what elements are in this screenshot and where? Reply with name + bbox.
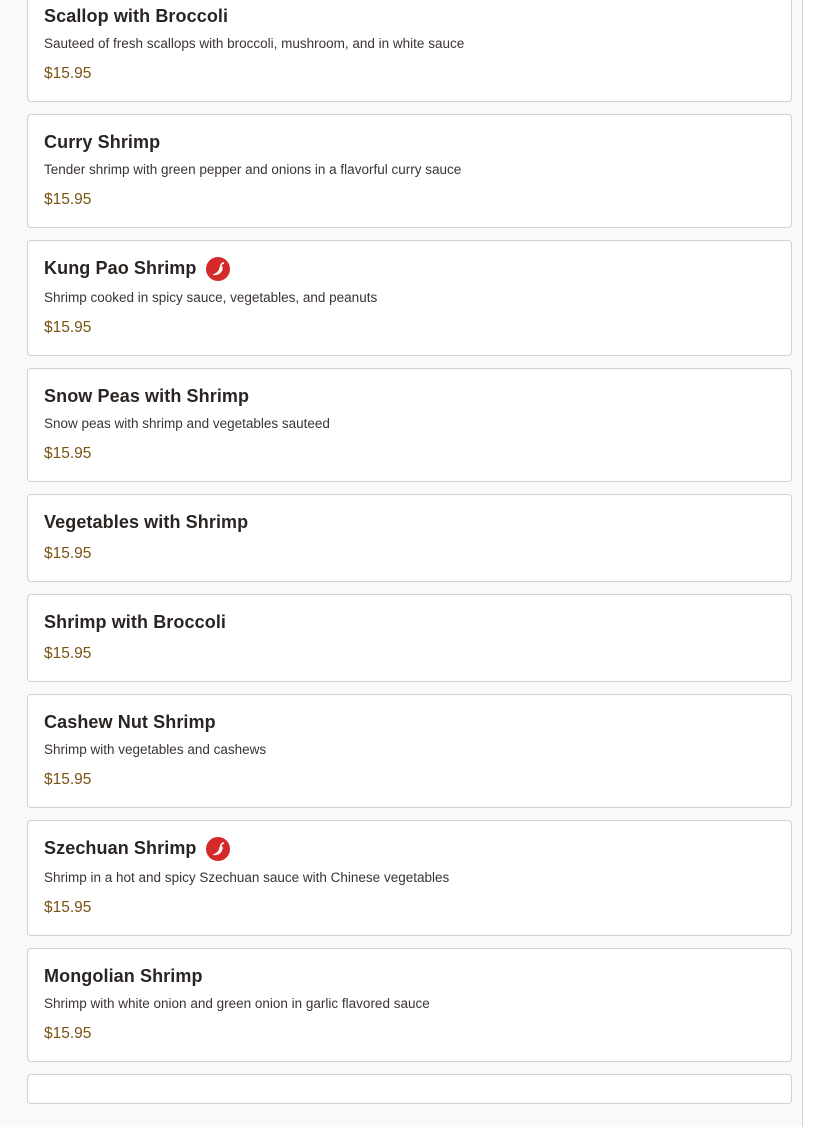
menu-item-title-row: Mongolian Shrimp [44,963,775,989]
menu-item-card[interactable]: Snow Peas with Shrimp Snow peas with shri… [27,368,792,482]
menu-item-list: Scallop with Broccoli Sauteed of fresh sc… [27,0,792,1104]
menu-item-price: $15.95 [44,645,92,662]
menu-item-card[interactable]: Vegetables with Shrimp $15.95 [27,494,792,582]
menu-item-name: Vegetables with Shrimp [44,511,249,532]
menu-item-card-partial[interactable] [27,1074,792,1104]
menu-item-title-row: Szechuan Shrimp [44,835,775,861]
menu-item-title-row: Curry Shrimp [44,129,775,155]
menu-item-description: Snow peas with shrimp and vegetables sau… [44,416,330,431]
menu-item-description: Shrimp in a hot and spicy Szechuan sauce… [44,870,450,885]
menu-item-price: $15.95 [44,545,92,562]
menu-item-title-row: Shrimp with Broccoli [44,609,775,635]
menu-item-name: Curry Shrimp [44,131,161,152]
chili-pepper-icon [205,837,230,861]
menu-item-title-row: Snow Peas with Shrimp [44,383,775,409]
menu-item-name: Kung Pao Shrimp [44,257,197,278]
menu-item-price: $15.95 [44,771,92,788]
menu-item-name: Szechuan Shrimp [44,837,197,858]
menu-item-price: $15.95 [44,899,92,916]
menu-item-description: Shrimp with vegetables and cashews [44,742,267,757]
menu-item-description: Sauteed of fresh scallops with broccoli,… [44,36,465,51]
menu-item-card[interactable]: Shrimp with Broccoli $15.95 [27,594,792,682]
menu-item-card[interactable]: Curry Shrimp Tender shrimp with green pep… [27,114,792,228]
menu-item-price: $15.95 [44,191,92,208]
chili-pepper-icon [205,257,230,281]
menu-item-name: Shrimp with Broccoli [44,611,227,632]
menu-item-name: Snow Peas with Shrimp [44,385,250,406]
menu-item-price: $15.95 [44,445,92,462]
menu-item-title-row: Cashew Nut Shrimp [44,709,775,735]
menu-item-title-row: Vegetables with Shrimp [44,509,775,535]
menu-item-price: $15.95 [44,319,92,336]
menu-item-card[interactable]: Cashew Nut Shrimp Shrimp with vegetables … [27,694,792,808]
menu-item-description: Shrimp cooked in spicy sauce, vegetables… [44,290,378,305]
menu-item-title-row: Scallop with Broccoli [44,3,775,29]
menu-item-price: $15.95 [44,1025,92,1042]
menu-item-card[interactable]: Kung Pao Shrimp Shrimp cooked in spicy sa… [27,240,792,356]
menu-item-name: Scallop with Broccoli [44,5,229,26]
menu-item-card[interactable]: Mongolian Shrimp Shrimp with white onion … [27,948,792,1062]
menu-item-price: $15.95 [44,65,92,82]
menu-item-name: Cashew Nut Shrimp [44,711,216,732]
menu-item-description: Shrimp with white onion and green onion … [44,996,430,1011]
menu-item-card[interactable]: Szechuan Shrimp Shrimp in a hot and spicy… [27,820,792,936]
menu-item-name: Mongolian Shrimp [44,965,203,986]
menu-item-title-row: Kung Pao Shrimp [44,255,775,281]
menu-item-card[interactable]: Scallop with Broccoli Sauteed of fresh sc… [27,0,792,102]
menu-item-description: Tender shrimp with green pepper and onio… [44,162,462,177]
